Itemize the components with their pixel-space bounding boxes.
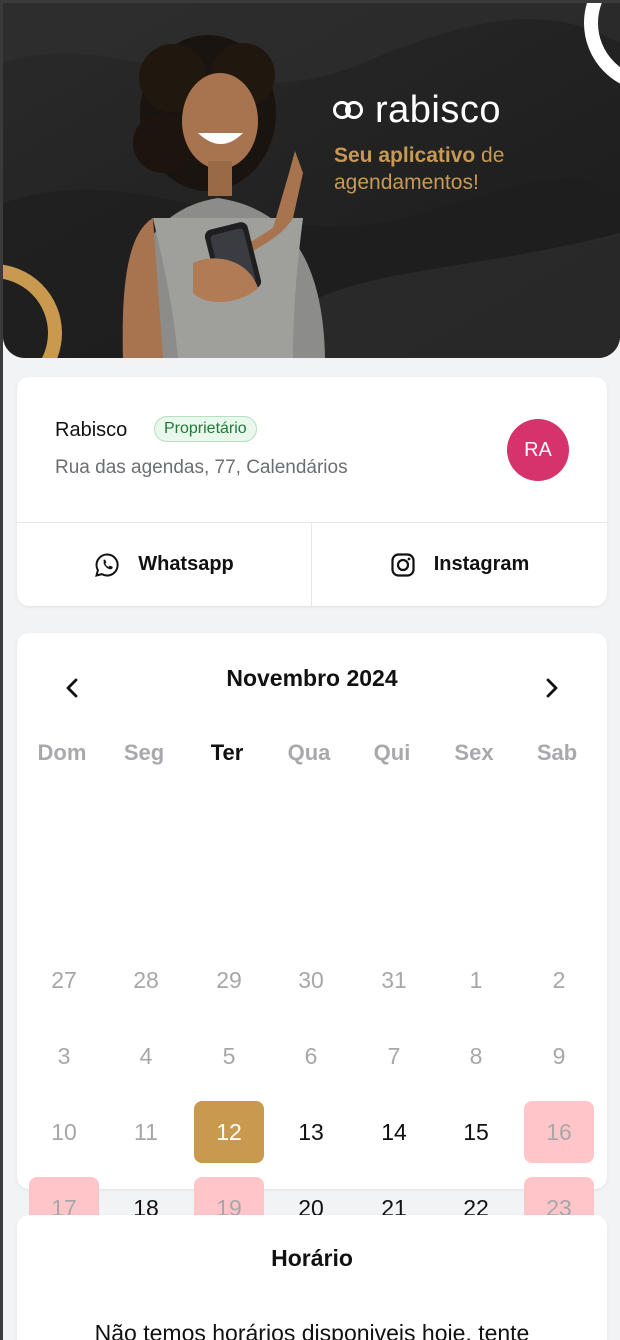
calendar-day: 10 [51, 1118, 77, 1145]
rabisco-logo-icon [333, 99, 367, 123]
calendar-card: Novembro 2024 Dom Seg Ter Qua Qui Sex Sab 27 28… [17, 633, 607, 1315]
weekday-label: Sex [454, 740, 494, 765]
business-address: Rua das agendas, 77, Calendários [55, 457, 348, 478]
month-title: Novembro 2024 [226, 665, 398, 691]
brand-name: rabisco [375, 89, 501, 131]
calendar-day: 8 [469, 1042, 483, 1069]
owner-badge: Proprietário [154, 416, 257, 442]
whatsapp-button[interactable]: Whatsapp [17, 523, 311, 606]
schedule-card: Horário Não temos horários disponiveis h… [17, 1215, 607, 1340]
weekday-label: Seg [123, 740, 165, 765]
calendar-day: 3 [57, 1042, 71, 1069]
calendar-day: 27 [51, 966, 77, 993]
app-frame: rabisco Seu aplicativo de agendamentos! … [0, 0, 620, 1340]
weekday-label: Qua [287, 740, 331, 765]
calendar-day: 31 [381, 966, 407, 993]
whatsapp-label: Whatsapp [138, 553, 234, 575]
calendar-day: 11 [134, 1118, 158, 1145]
weekday-label: Ter [210, 740, 244, 765]
avatar[interactable]: RA [507, 419, 569, 481]
calendar-day: 28 [133, 966, 159, 993]
weekday-label: Dom [37, 740, 87, 765]
calendar-day[interactable]: 13 [276, 1101, 346, 1163]
instagram-label: Instagram [433, 553, 530, 575]
banner-tagline: Seu aplicativo de agendamentos! [334, 142, 504, 196]
calendar-day: 29 [216, 966, 242, 993]
business-name: Rabisco [55, 419, 128, 441]
calendar-day: 9 [552, 1042, 566, 1069]
tagline-bold: Seu aplicativo [334, 144, 476, 167]
window-border [0, 0, 3, 1340]
business-profile-card: Rabisco Proprietário Rua das agendas, 77… [17, 377, 607, 606]
calendar-day-selected[interactable]: 12 [194, 1101, 264, 1163]
calendar-day: 7 [387, 1042, 401, 1069]
brand-logo: rabisco [333, 89, 501, 132]
window-border [0, 0, 620, 3]
weekday-label: Qui [373, 740, 411, 765]
calendar-day: 30 [298, 966, 324, 993]
instagram-button[interactable]: Instagram [312, 523, 607, 606]
whatsapp-icon [95, 552, 119, 577]
calendar-day: 1 [469, 966, 483, 993]
calendar-day: 5 [222, 1042, 236, 1069]
calendar-day[interactable]: 15 [441, 1101, 511, 1163]
chevron-right-icon [546, 678, 558, 698]
calendar-day: 16 [524, 1101, 594, 1163]
weekday-label: Sab [536, 740, 578, 765]
instagram-icon [391, 552, 415, 577]
banner-artwork [3, 3, 620, 358]
calendar-day: 6 [304, 1042, 318, 1069]
calendar-day: 2 [552, 966, 566, 993]
no-slots-message: Não temos horários disponiveis hoje, ten… [94, 1320, 530, 1340]
calendar-day[interactable]: 14 [359, 1101, 429, 1163]
schedule-title: Horário [271, 1245, 353, 1271]
calendar-day: 4 [139, 1042, 153, 1069]
tagline-line2: agendamentos! [334, 171, 479, 194]
hero-banner: rabisco Seu aplicativo de agendamentos! [3, 3, 620, 358]
next-month-button[interactable] [535, 671, 569, 705]
tagline-rest: de [475, 144, 505, 167]
